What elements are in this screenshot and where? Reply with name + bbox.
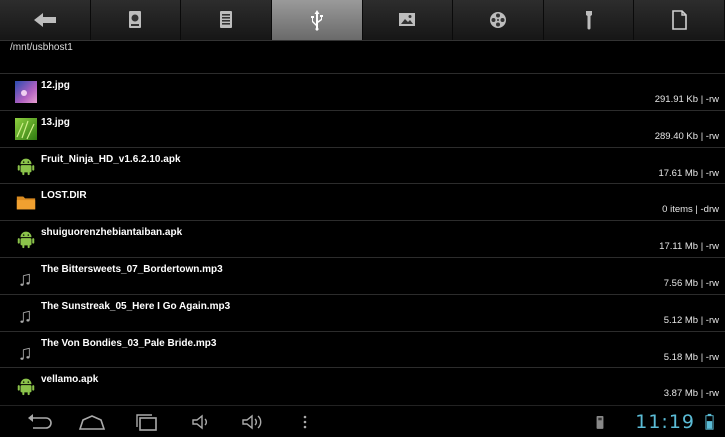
file-list: 12.jpg 291.91 Kb | -rw 13.jpg 289.40 Kb … — [0, 73, 725, 404]
tab-usb[interactable] — [271, 0, 363, 40]
recent-apps-button[interactable] — [134, 411, 160, 433]
file-info: 7.56 Mb | -rw — [663, 277, 719, 289]
volume-up-button[interactable] — [240, 411, 266, 433]
file-info: 289.40 Kb | -rw — [654, 130, 719, 142]
volume-down-icon — [192, 414, 207, 430]
music-note-icon — [14, 262, 38, 290]
file-row[interactable]: 13.jpg 289.40 Kb | -rw — [0, 109, 725, 147]
back-nav-icon — [28, 414, 52, 429]
file-info: 5.12 Mb | -rw — [663, 314, 719, 326]
recent-apps-icon — [136, 414, 157, 431]
back-button[interactable] — [26, 411, 52, 433]
wrench-icon — [585, 11, 592, 30]
tab-tools[interactable] — [543, 0, 635, 40]
file-info: 5.18 Mb | -rw — [663, 351, 719, 363]
file-name: Fruit_Ninja_HD_v1.6.2.10.apk — [41, 153, 181, 165]
file-info: 17.11 Mb | -rw — [659, 241, 719, 253]
music-note-icon — [14, 299, 38, 327]
volume-down-button[interactable] — [190, 411, 212, 433]
battery-icon — [705, 413, 714, 430]
tab-sd-card[interactable] — [90, 0, 182, 40]
menu-button[interactable] — [300, 411, 310, 433]
document-icon — [672, 10, 687, 30]
tab-documents[interactable] — [634, 0, 725, 40]
file-row[interactable]: LOST.DIR 0 items | -drw — [0, 183, 725, 220]
back-arrow-icon — [33, 13, 56, 27]
file-name: The Von Bondies_03_Pale Bride.mp3 — [41, 337, 217, 349]
top-toolbar — [0, 0, 725, 41]
sd-card-icon — [129, 11, 142, 28]
usb-storage-icon — [596, 416, 604, 429]
tab-video[interactable] — [453, 0, 544, 40]
tab-images[interactable] — [362, 0, 454, 40]
image-thumbnail-icon — [14, 115, 38, 143]
file-info: 3.87 Mb | -rw — [663, 388, 719, 400]
android-icon — [14, 152, 38, 180]
current-path: /mnt/usbhost1 — [10, 42, 73, 53]
file-name: shuiguorenzhebiantaiban.apk — [41, 227, 183, 239]
status-clock: 11:19 — [635, 411, 695, 433]
file-row[interactable]: shuiguorenzhebiantaiban.apk 17.11 Mb | -… — [0, 220, 725, 257]
home-button[interactable] — [78, 411, 106, 433]
file-row[interactable]: The Bittersweets_07_Bordertown.mp3 7.56 … — [0, 256, 725, 294]
music-note-icon — [14, 336, 38, 364]
image-icon — [399, 13, 416, 26]
file-name: The Bittersweets_07_Bordertown.mp3 — [41, 263, 223, 275]
file-name: The Sunstreak_05_Here I Go Again.mp3 — [41, 300, 231, 312]
system-nav-bar: 11:19 — [0, 405, 725, 437]
usb-icon — [310, 10, 323, 31]
tab-back[interactable] — [0, 0, 91, 40]
file-row[interactable]: vellamo.apk 3.87 Mb | -rw — [0, 367, 725, 404]
volume-up-icon — [242, 414, 262, 430]
file-info: 17.61 Mb | -rw — [658, 167, 719, 179]
battery-status — [705, 411, 714, 433]
file-row[interactable]: The Von Bondies_03_Pale Bride.mp3 5.18 M… — [0, 330, 725, 368]
file-name: vellamo.apk — [41, 374, 99, 386]
file-row[interactable]: The Sunstreak_05_Here I Go Again.mp3 5.1… — [0, 293, 725, 331]
file-name: 12.jpg — [41, 80, 70, 91]
file-name: LOST.DIR — [41, 190, 87, 202]
overflow-menu-icon — [303, 415, 307, 429]
image-thumbnail-icon — [14, 78, 38, 106]
file-info: 291.91 Kb | -rw — [654, 94, 719, 105]
film-reel-icon — [489, 12, 506, 28]
file-info: 0 items | -drw — [662, 204, 719, 216]
android-icon — [14, 372, 38, 400]
usb-storage-status[interactable] — [594, 411, 606, 433]
folder-icon — [14, 188, 38, 216]
internal-storage-icon — [220, 11, 233, 28]
file-row[interactable]: Fruit_Ninja_HD_v1.6.2.10.apk 17.61 Mb | … — [0, 146, 725, 184]
android-icon — [14, 225, 38, 253]
file-name: 13.jpg — [41, 116, 70, 128]
tab-internal-storage[interactable] — [181, 0, 272, 40]
file-row[interactable]: 12.jpg 291.91 Kb | -rw — [0, 73, 725, 110]
home-icon — [78, 415, 106, 430]
